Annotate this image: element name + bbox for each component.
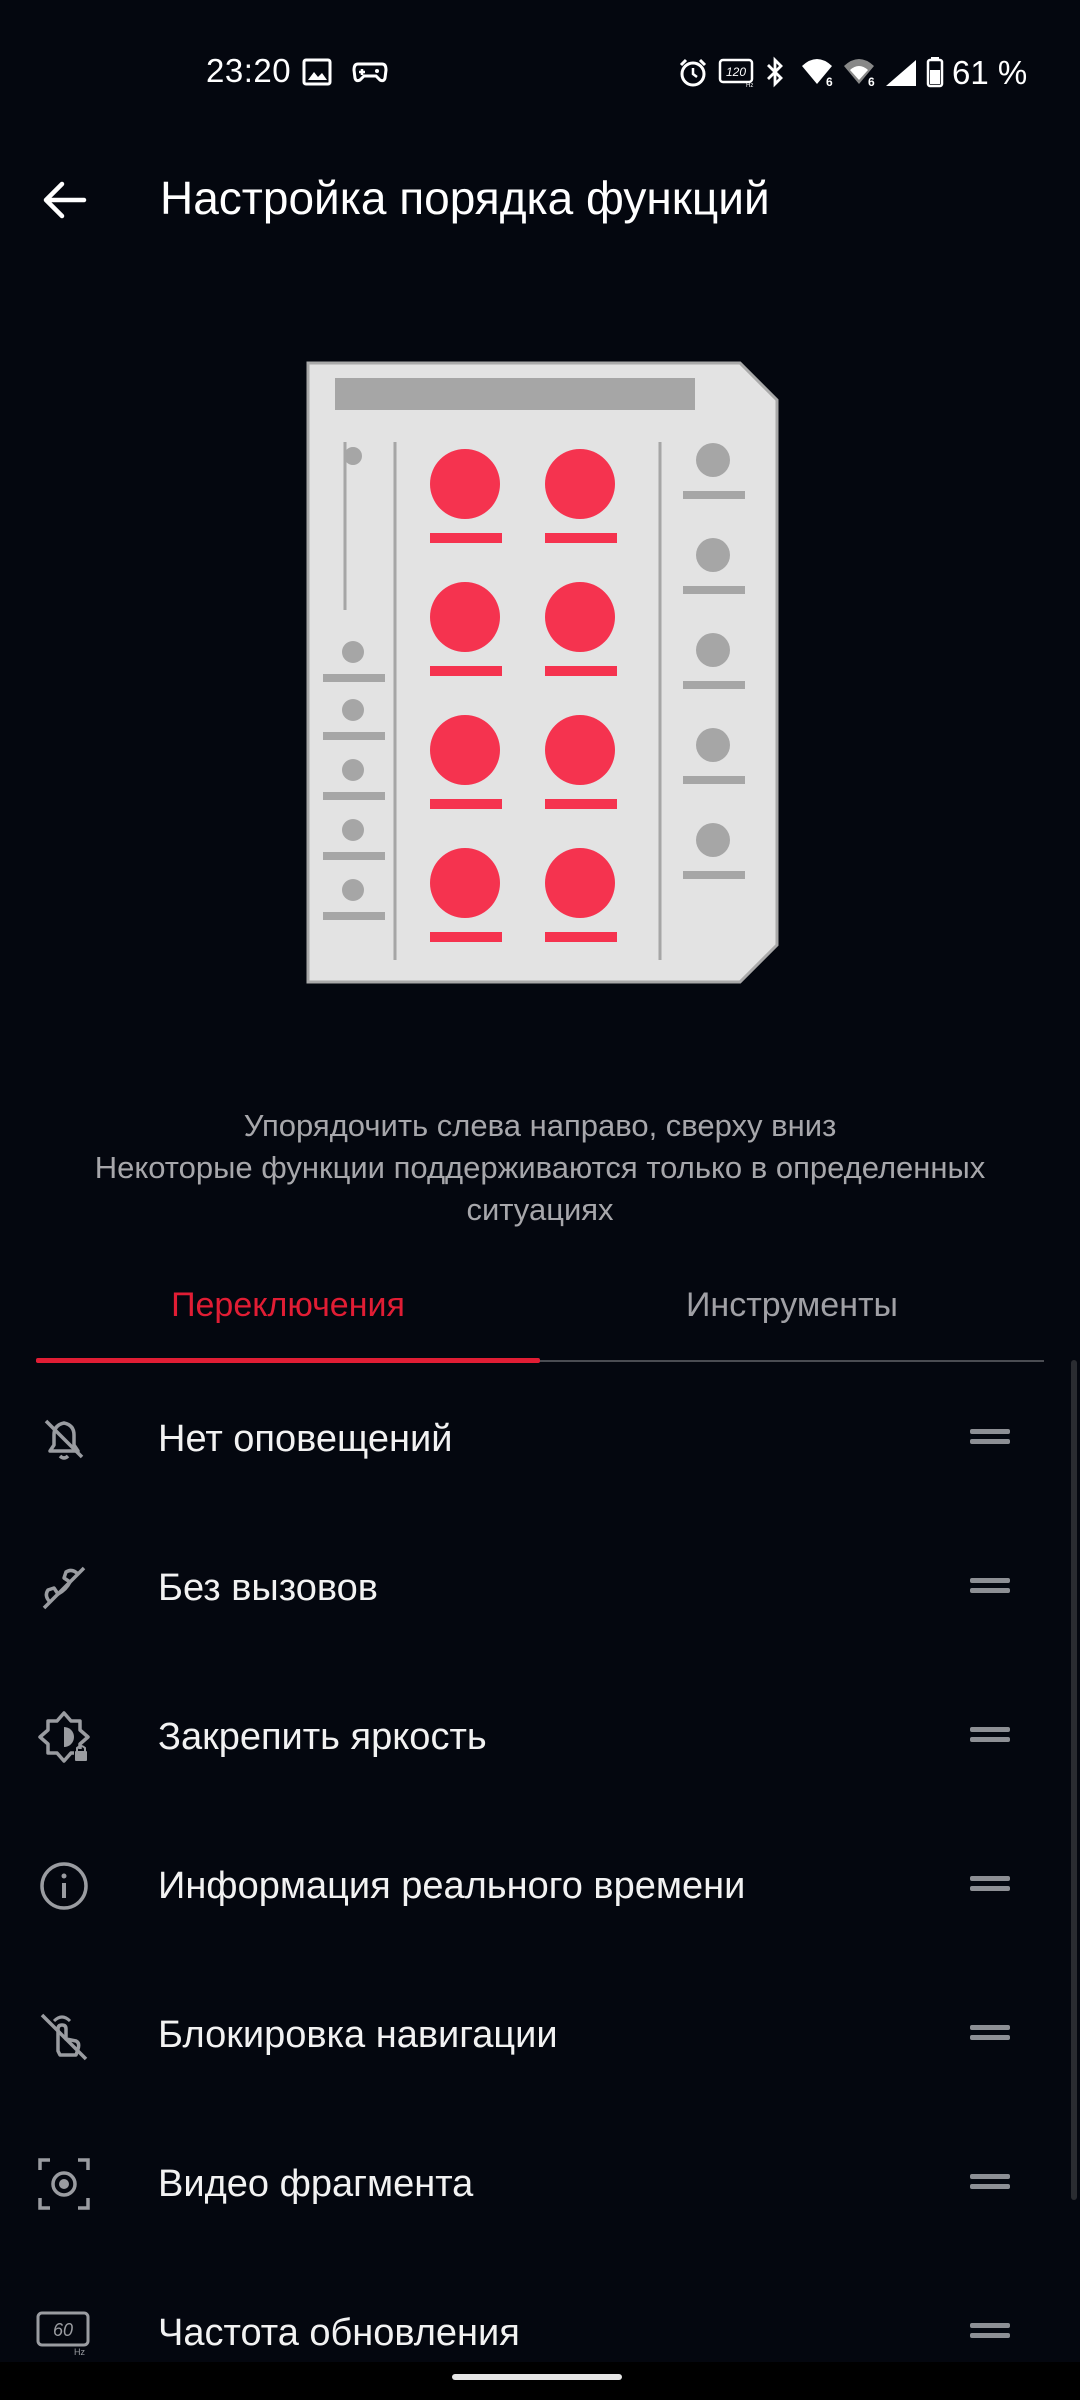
list-item-label: Нет оповещений (158, 1418, 453, 1460)
phone-off-icon (42, 1566, 86, 1610)
list-item[interactable]: Блокировка навигации (0, 1961, 1080, 2110)
list-item-label: Частота обновления (158, 2312, 520, 2354)
list-item-label: Без вызовов (158, 1567, 378, 1609)
refresh-120hz-icon: 120 Hz (718, 58, 753, 88)
page-title: Настройка порядка функций (160, 172, 770, 224)
drag-handle-icon[interactable] (970, 2168, 1012, 2198)
tab-toggles[interactable]: Переключения (36, 1270, 540, 1360)
drag-handle-icon[interactable] (970, 1572, 1012, 1602)
svg-text:120: 120 (726, 65, 746, 79)
description-line: Упорядочить слева направо, сверху вниз (243, 1108, 837, 1143)
svg-text:6: 6 (826, 75, 833, 88)
list-item[interactable]: Нет оповещений (0, 1365, 1080, 1514)
order-illustration (306, 361, 779, 984)
list-item-label: Видео фрагмента (158, 2163, 474, 2205)
app-bar: Настройка порядка функций (0, 150, 1080, 300)
list-item-label: Блокировка навигации (158, 2014, 558, 2056)
tab-bar: Переключения Инструменты (36, 1270, 1044, 1363)
battery-icon (926, 57, 944, 88)
description: Упорядочить слева направо, сверху вниз Н… (40, 1105, 1040, 1231)
wifi6-icon: 6 (802, 59, 833, 88)
signal-icon (886, 60, 916, 86)
drag-handle-icon[interactable] (970, 1721, 1012, 1751)
drag-handle-icon[interactable] (970, 1423, 1012, 1453)
status-time: 23:20 (206, 52, 292, 89)
gesture-off-icon (40, 2013, 88, 2061)
svg-text:60: 60 (53, 2320, 73, 2340)
drag-handle-icon[interactable] (970, 1870, 1012, 1900)
alarm-icon (679, 58, 707, 87)
brightness-lock-icon (38, 1711, 90, 1763)
list-item[interactable]: 60 Hz Частота обновления (0, 2259, 1080, 2375)
home-gesture-bar[interactable] (452, 2374, 622, 2380)
list-item[interactable]: Без вызовов (0, 1514, 1080, 1663)
gamepad-icon (352, 62, 388, 83)
description-line: Некоторые функции поддерживаются только … (94, 1150, 986, 1185)
back-arrow-icon[interactable] (38, 172, 94, 228)
video-clip-icon (38, 2158, 90, 2210)
list-item[interactable]: Информация реального времени (0, 1812, 1080, 1961)
list-item-label: Закрепить яркость (158, 1716, 487, 1758)
list-item[interactable]: Закрепить яркость (0, 1663, 1080, 1812)
svg-text:Hz: Hz (746, 83, 753, 88)
bluetooth-icon (767, 56, 783, 88)
drag-handle-icon[interactable] (970, 2317, 1012, 2347)
tab-tools[interactable]: Инструменты (540, 1270, 1044, 1360)
battery-percent: 61 % (952, 54, 1028, 91)
description-line: ситуациях (466, 1192, 614, 1227)
wifi6-icon: 6 (844, 59, 875, 88)
drag-handle-icon[interactable] (970, 2019, 1012, 2049)
info-icon (40, 1862, 88, 1910)
scrollbar[interactable] (1071, 1360, 1077, 2200)
list-item-label: Информация реального времени (158, 1865, 746, 1907)
svg-text:Hz: Hz (74, 2347, 85, 2357)
status-bar: 23:20 120 Hz 6 6 61 % (0, 0, 1080, 150)
refresh-rate-60hz-icon: 60 Hz (36, 2311, 90, 2357)
feature-list: Нет оповещений Без вызовов Закрепить ярк… (0, 1365, 1080, 2375)
bell-off-icon (44, 1419, 84, 1460)
navigation-bar (0, 2362, 1080, 2400)
image-icon (302, 58, 332, 86)
tab-indicator (36, 1358, 540, 1363)
list-item[interactable]: Видео фрагмента (0, 2110, 1080, 2259)
svg-text:6: 6 (868, 75, 875, 88)
